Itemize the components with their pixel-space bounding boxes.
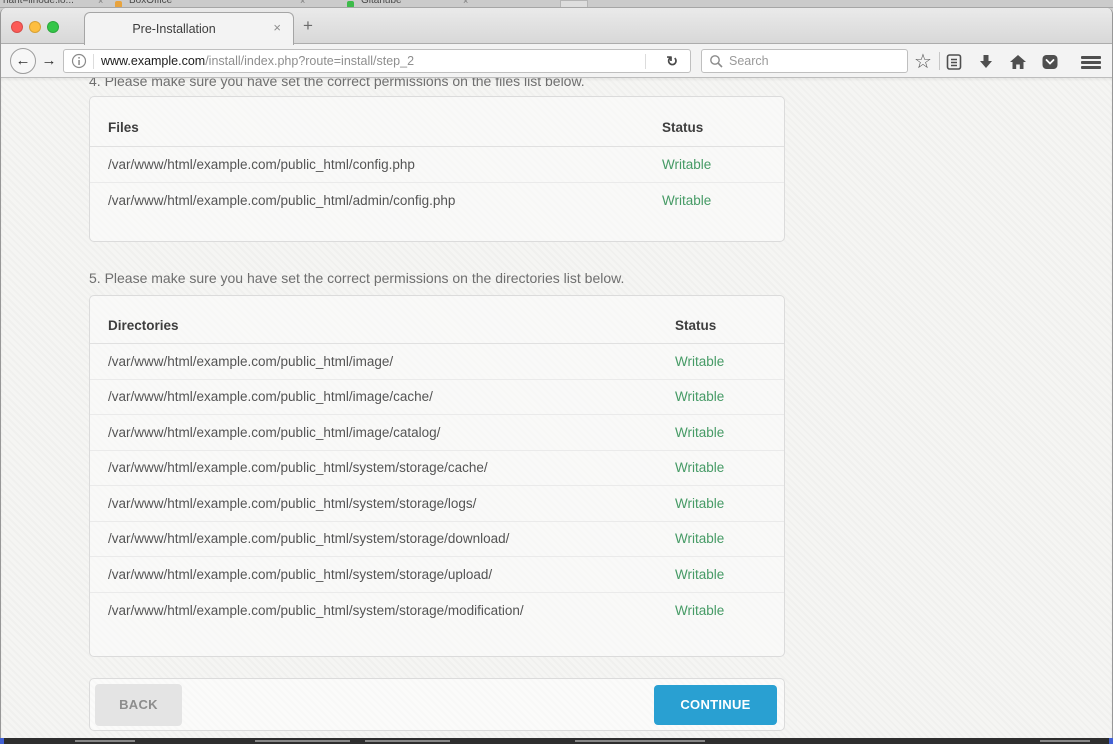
text-fragment <box>255 740 350 742</box>
text-fragment <box>75 740 135 742</box>
table-row: /var/www/html/example.com/public_html/sy… <box>90 557 784 593</box>
background-new-tab-button <box>560 0 588 8</box>
close-icon: × <box>98 0 103 6</box>
page-viewport: 4. Please make sure you have set the cor… <box>1 78 1112 738</box>
search-bar[interactable] <box>701 49 908 73</box>
directory-path: /var/www/html/example.com/public_html/sy… <box>108 603 675 618</box>
files-header-label: Files <box>108 120 662 135</box>
favicon-orange-icon <box>115 1 122 8</box>
menu-icon[interactable] <box>1081 56 1101 71</box>
url-bar[interactable]: www.example.com/install/index.php?route=… <box>63 49 691 73</box>
status-badge: Writable <box>675 354 766 369</box>
status-badge: Writable <box>675 460 766 475</box>
table-row: /var/www/html/example.com/public_html/co… <box>90 147 784 183</box>
favicon-green-icon <box>347 1 354 8</box>
browser-window: Pre-Installation × + ← → www.example.com… <box>0 8 1113 738</box>
directory-path: /var/www/html/example.com/public_html/sy… <box>108 567 675 582</box>
install-content: 4. Please make sure you have set the cor… <box>89 78 785 738</box>
bookmark-star-icon[interactable]: ☆ <box>913 52 933 72</box>
forward-button[interactable]: → <box>38 48 60 74</box>
status-badge: Writable <box>675 496 766 511</box>
directory-path: /var/www/html/example.com/public_html/sy… <box>108 496 675 511</box>
window-zoom-button[interactable] <box>47 21 59 33</box>
step5-heading: 5. Please make sure you have set the cor… <box>89 270 624 286</box>
directories-header-label: Directories <box>108 318 675 333</box>
table-row: /var/www/html/example.com/public_html/im… <box>90 415 784 451</box>
tab-pre-installation[interactable]: Pre-Installation × <box>84 12 294 45</box>
text-fragment <box>575 740 705 742</box>
file-path: /var/www/html/example.com/public_html/ad… <box>108 193 662 208</box>
pocket-icon[interactable] <box>1040 52 1060 72</box>
back-step-button[interactable]: BACK <box>95 684 182 726</box>
back-button[interactable]: ← <box>10 48 36 74</box>
status-badge: Writable <box>662 193 766 208</box>
tab-title: Pre-Installation <box>85 13 263 45</box>
screen: hant=linode.lo... × BoxOffice × Gitahube… <box>0 0 1113 744</box>
status-badge: Writable <box>675 531 766 546</box>
downloads-icon[interactable] <box>976 52 996 72</box>
url-divider <box>93 54 94 69</box>
table-row: /var/www/html/example.com/public_html/sy… <box>90 451 784 487</box>
directory-path: /var/www/html/example.com/public_html/sy… <box>108 460 675 475</box>
reload-icon[interactable]: ↻ <box>666 50 678 72</box>
url-divider <box>645 54 646 69</box>
status-header-label: Status <box>662 120 766 135</box>
directories-table: Directories Status /var/www/html/example… <box>89 295 785 657</box>
status-badge: Writable <box>675 603 766 618</box>
desktop-edge <box>1109 738 1113 744</box>
background-window-tabbar: hant=linode.lo... × BoxOffice × Gitahube… <box>0 0 1113 8</box>
directory-path: /var/www/html/example.com/public_html/im… <box>108 354 675 369</box>
window-minimize-button[interactable] <box>29 21 41 33</box>
toolbar-divider <box>939 52 940 70</box>
tab-bar: Pre-Installation × + <box>1 8 1112 44</box>
bookmarks-menu-icon[interactable] <box>944 52 964 72</box>
files-table-header: Files Status <box>90 97 784 147</box>
close-icon: × <box>463 0 468 6</box>
navigation-toolbar: ← → www.example.com/install/index.php?ro… <box>1 44 1112 78</box>
background-tab-label: Gitahube <box>361 0 402 6</box>
status-badge: Writable <box>662 157 766 172</box>
continue-button[interactable]: CONTINUE <box>654 685 777 725</box>
desktop-edge <box>0 738 4 744</box>
text-fragment <box>365 740 450 742</box>
directory-path: /var/www/html/example.com/public_html/im… <box>108 425 675 440</box>
url-text: www.example.com/install/index.php?route=… <box>101 50 414 72</box>
search-input[interactable] <box>729 51 899 71</box>
site-info-icon[interactable] <box>71 53 87 74</box>
table-row: /var/www/html/example.com/public_html/sy… <box>90 593 784 629</box>
url-path: /install/index.php?route=install/step_2 <box>205 54 414 68</box>
status-badge: Writable <box>675 425 766 440</box>
text-fragment <box>1040 740 1090 742</box>
background-tab-label: hant=linode.lo... <box>3 0 74 6</box>
new-tab-button[interactable]: + <box>303 16 313 36</box>
file-path: /var/www/html/example.com/public_html/co… <box>108 157 662 172</box>
window-close-button[interactable] <box>11 21 23 33</box>
wizard-footer: BACK CONTINUE <box>89 678 785 731</box>
table-row: /var/www/html/example.com/public_html/im… <box>90 344 784 380</box>
tab-close-icon[interactable]: × <box>273 21 281 35</box>
table-row: /var/www/html/example.com/public_html/ad… <box>90 183 784 219</box>
table-row: /var/www/html/example.com/public_html/im… <box>90 380 784 416</box>
table-row: /var/www/html/example.com/public_html/sy… <box>90 486 784 522</box>
directory-path: /var/www/html/example.com/public_html/im… <box>108 389 675 404</box>
search-icon <box>709 54 724 74</box>
background-tab-label: BoxOffice <box>129 0 172 6</box>
files-table: Files Status /var/www/html/example.com/p… <box>89 96 785 242</box>
status-badge: Writable <box>675 567 766 582</box>
status-badge: Writable <box>675 389 766 404</box>
close-icon: × <box>300 0 305 6</box>
background-window-bottom-strip <box>0 738 1113 744</box>
table-row: /var/www/html/example.com/public_html/sy… <box>90 522 784 558</box>
url-domain: www.example.com <box>101 54 205 68</box>
directory-path: /var/www/html/example.com/public_html/sy… <box>108 531 675 546</box>
step4-heading: 4. Please make sure you have set the cor… <box>89 78 585 89</box>
status-header-label: Status <box>675 318 766 333</box>
directories-table-header: Directories Status <box>90 296 784 344</box>
home-icon[interactable] <box>1008 52 1028 72</box>
